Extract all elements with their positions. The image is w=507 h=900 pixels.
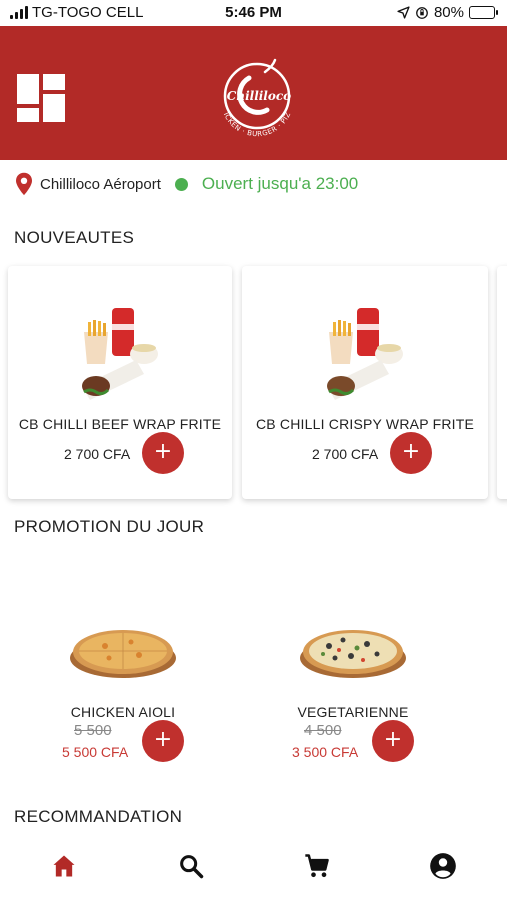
chilliloco-logo: Chilliloco CHICKEN · BURGER · PIZZA [209,52,292,138]
store-name: Chilliloco Aéroport [40,175,161,193]
store-location-row[interactable]: Chilliloco Aéroport Ouvert jusqu'a 23:00 [14,170,358,198]
promo-name: CHICKEN AIOLI [70,704,176,720]
section-title-recommend: RECOMMANDATION [14,807,183,826]
product-card-partial[interactable] [497,266,507,499]
old-price: 4 500 [304,722,342,739]
promo-item[interactable]: VEGETARIENNE 4 500 3 500 CFA + [238,600,468,770]
app-header: Chilliloco CHICKEN · BURGER · PIZZA [0,26,507,160]
battery-icon [469,6,498,19]
promo-price: 5 500 CFA [62,744,129,760]
status-indicators: 80% [397,4,498,21]
orientation-lock-icon [416,6,428,19]
cart-icon[interactable] [303,852,331,880]
section-title-promo: PROMOTION DU JOUR [14,517,205,536]
add-to-cart-button[interactable]: + [372,720,414,762]
pizza-image [300,630,406,678]
pizza-image [70,630,176,678]
add-to-cart-button[interactable]: + [390,432,432,474]
product-name: CB CHILLI CRISPY WRAP FRITE [255,416,475,432]
wrap-combo-image [82,308,158,400]
bottom-navigation [0,838,507,900]
product-card[interactable]: CB CHILLI BEEF WRAP FRITE 2 700 CFA + [8,266,232,499]
opening-hours: Ouvert jusqu'a 23:00 [201,174,359,193]
status-bar: TG-TOGO CELL 5:46 PM 80% [0,0,507,26]
search-icon[interactable] [177,852,205,880]
home-icon[interactable] [50,852,78,880]
product-card[interactable]: CB CHILLI CRISPY WRAP FRITE 2 700 CFA + [242,266,488,499]
section-title-new: NOUVEAUTES [14,228,135,247]
battery-percent: 80% [433,4,464,21]
product-price: 2 700 CFA [312,446,379,462]
promo-price: 3 500 CFA [292,744,359,760]
location-arrow-icon [397,6,410,19]
open-status-dot [174,177,188,191]
grid-menu-icon[interactable] [17,74,65,122]
svg-text:Chilliloco: Chilliloco [227,89,291,103]
wrap-combo-image [327,308,403,400]
add-to-cart-button[interactable]: + [142,432,184,474]
product-name: CB CHILLI BEEF WRAP FRITE [18,416,222,432]
promo-name: VEGETARIENNE [297,704,409,720]
add-to-cart-button[interactable]: + [142,720,184,762]
location-pin-icon [16,172,32,196]
old-price: 5 500 [74,722,112,739]
product-price: 2 700 CFA [64,446,131,462]
promo-item[interactable]: CHICKEN AIOLI 5 500 5 500 CFA + [8,600,238,770]
account-icon[interactable] [429,852,457,880]
